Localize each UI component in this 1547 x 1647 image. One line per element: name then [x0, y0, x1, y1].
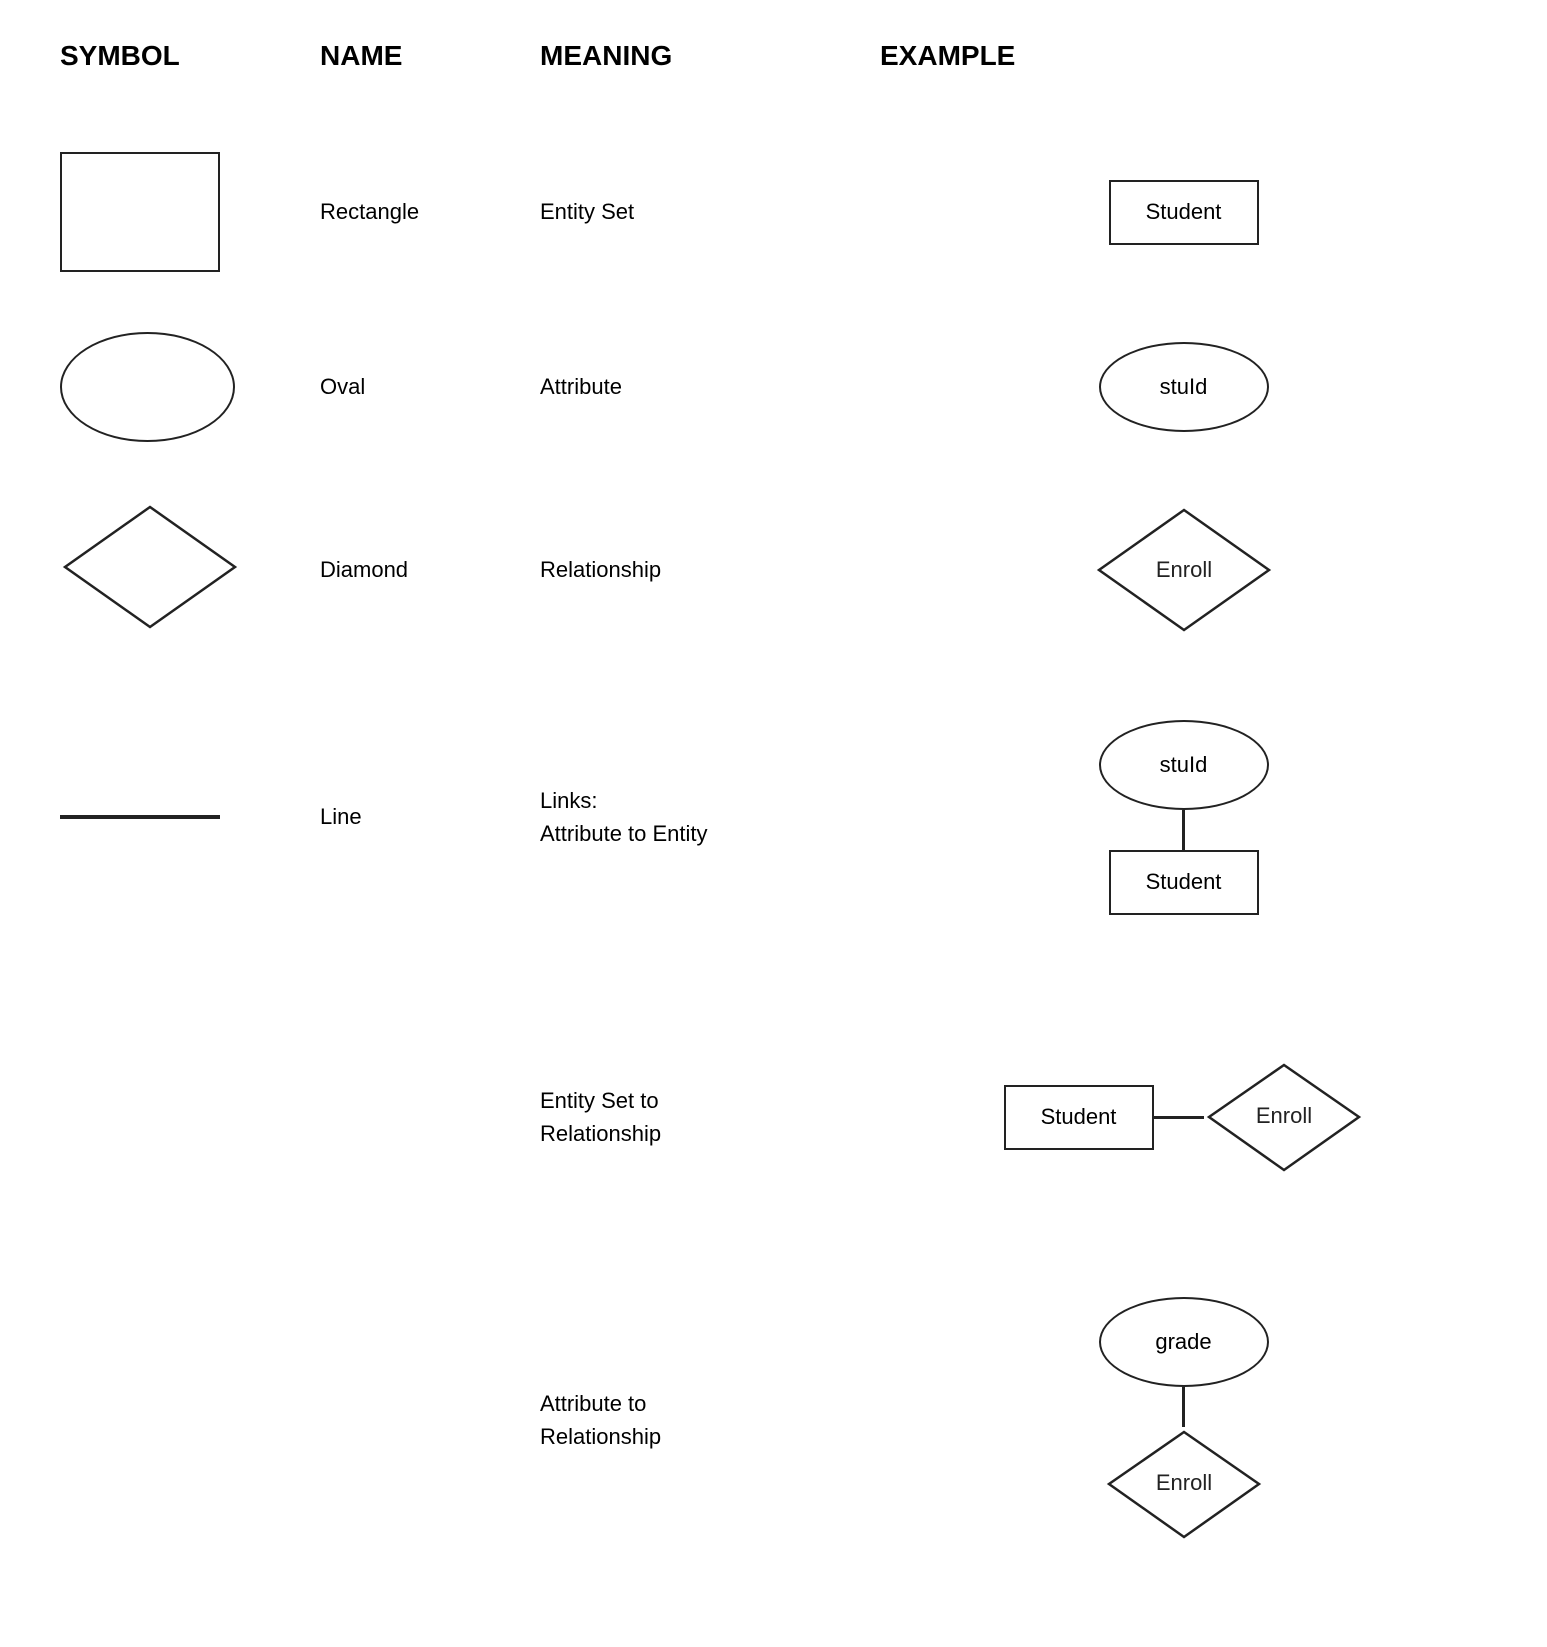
example-oval-label: stuId — [1160, 752, 1208, 778]
shape-name-label: Rectangle — [320, 199, 419, 225]
spacer — [60, 967, 1487, 1007]
example-col: stuId Student — [880, 720, 1487, 915]
example-label: stuId — [1160, 374, 1208, 400]
meaning-col: Entity Set to Relationship — [540, 1084, 880, 1150]
meaning-label: Attribute — [540, 374, 622, 400]
shape-name-label: Diamond — [320, 557, 408, 583]
table-header: SYMBOL NAME MEANING EXAMPLE — [60, 40, 1487, 82]
example-col: Enroll — [880, 505, 1487, 635]
table-row: Attribute to Relationship grade Enroll — [60, 1267, 1487, 1572]
meaning-label: Relationship — [540, 557, 661, 583]
meaning-line2: Relationship — [540, 1420, 661, 1453]
meaning-col: Relationship — [540, 557, 880, 583]
svg-text:Enroll: Enroll — [1155, 557, 1211, 582]
horiz-connector — [1154, 1116, 1204, 1119]
name-col: Rectangle — [320, 199, 540, 225]
example-col: Student — [880, 180, 1487, 245]
table-row: Line Links: Attribute to Entity stuId St… — [60, 667, 1487, 967]
meaning-col: Entity Set — [540, 199, 880, 225]
symbol-col — [60, 152, 320, 272]
spacer — [60, 1227, 1487, 1267]
example-col: Student Enroll — [880, 1060, 1487, 1175]
example-rectangle: Student — [1109, 180, 1259, 245]
example-rect-label: Student — [1146, 869, 1222, 895]
example-rect-line: Student — [1109, 850, 1259, 915]
rectangle-symbol — [60, 152, 220, 272]
table-row: Diamond Relationship Enroll — [60, 472, 1487, 667]
meaning-line2: Attribute to Entity — [540, 817, 708, 850]
symbol-col — [60, 332, 320, 442]
meaning-line2: Relationship — [540, 1117, 661, 1150]
line-connector — [1182, 810, 1185, 850]
meaning-col: Attribute to Relationship — [540, 1387, 880, 1453]
meaning-col: Attribute — [540, 374, 880, 400]
table-row: Oval Attribute stuId — [60, 302, 1487, 472]
header-name: NAME — [320, 40, 540, 72]
diamond-symbol — [60, 502, 240, 637]
meaning-col: Links: Attribute to Entity — [540, 784, 880, 850]
header-meaning: MEANING — [540, 40, 880, 72]
header-example: EXAMPLE — [880, 40, 1487, 72]
meaning-multiline: Links: Attribute to Entity — [540, 784, 708, 850]
table-row: Entity Set to Relationship Student Enrol… — [60, 1007, 1487, 1227]
example-grade-oval: grade — [1099, 1297, 1269, 1387]
shape-name-label: Line — [320, 804, 362, 830]
example-student-rect: Student — [1004, 1085, 1154, 1150]
example-diamond: Enroll — [1094, 505, 1274, 635]
meaning-line1: Entity Set to — [540, 1084, 661, 1117]
table-row: Rectangle Entity Set Student — [60, 122, 1487, 302]
name-col: Diamond — [320, 557, 540, 583]
vert-connector — [1182, 1387, 1185, 1427]
example-attr-rel: grade Enroll — [1099, 1297, 1269, 1542]
svg-text:Enroll: Enroll — [1255, 1103, 1311, 1128]
meaning-line1: Attribute to — [540, 1387, 661, 1420]
example-col: stuId — [880, 342, 1487, 432]
example-entity-rel: Student Enroll — [1004, 1060, 1364, 1175]
header-symbol: SYMBOL — [60, 40, 320, 72]
grade-label: grade — [1155, 1329, 1211, 1355]
example-oval-line: stuId — [1099, 720, 1269, 810]
name-col: Line — [320, 804, 540, 830]
meaning-line1: Links: — [540, 784, 708, 817]
example-enroll-diamond2: Enroll — [1104, 1427, 1264, 1542]
table-body: Rectangle Entity Set Student Oval Attrib… — [60, 122, 1487, 1572]
name-col: Oval — [320, 374, 540, 400]
meaning-multiline: Attribute to Relationship — [540, 1387, 661, 1453]
symbol-col — [60, 502, 320, 637]
example-label: Student — [1146, 199, 1222, 225]
student-label: Student — [1041, 1104, 1117, 1130]
meaning-multiline: Entity Set to Relationship — [540, 1084, 661, 1150]
line-symbol — [60, 815, 220, 819]
example-col: grade Enroll — [880, 1297, 1487, 1542]
oval-symbol — [60, 332, 235, 442]
meaning-label: Entity Set — [540, 199, 634, 225]
svg-text:Enroll: Enroll — [1155, 1470, 1211, 1495]
example-enroll-diamond: Enroll — [1204, 1060, 1364, 1175]
example-oval: stuId — [1099, 342, 1269, 432]
example-line-group: stuId Student — [1099, 720, 1269, 915]
symbol-col — [60, 815, 320, 819]
shape-name-label: Oval — [320, 374, 365, 400]
